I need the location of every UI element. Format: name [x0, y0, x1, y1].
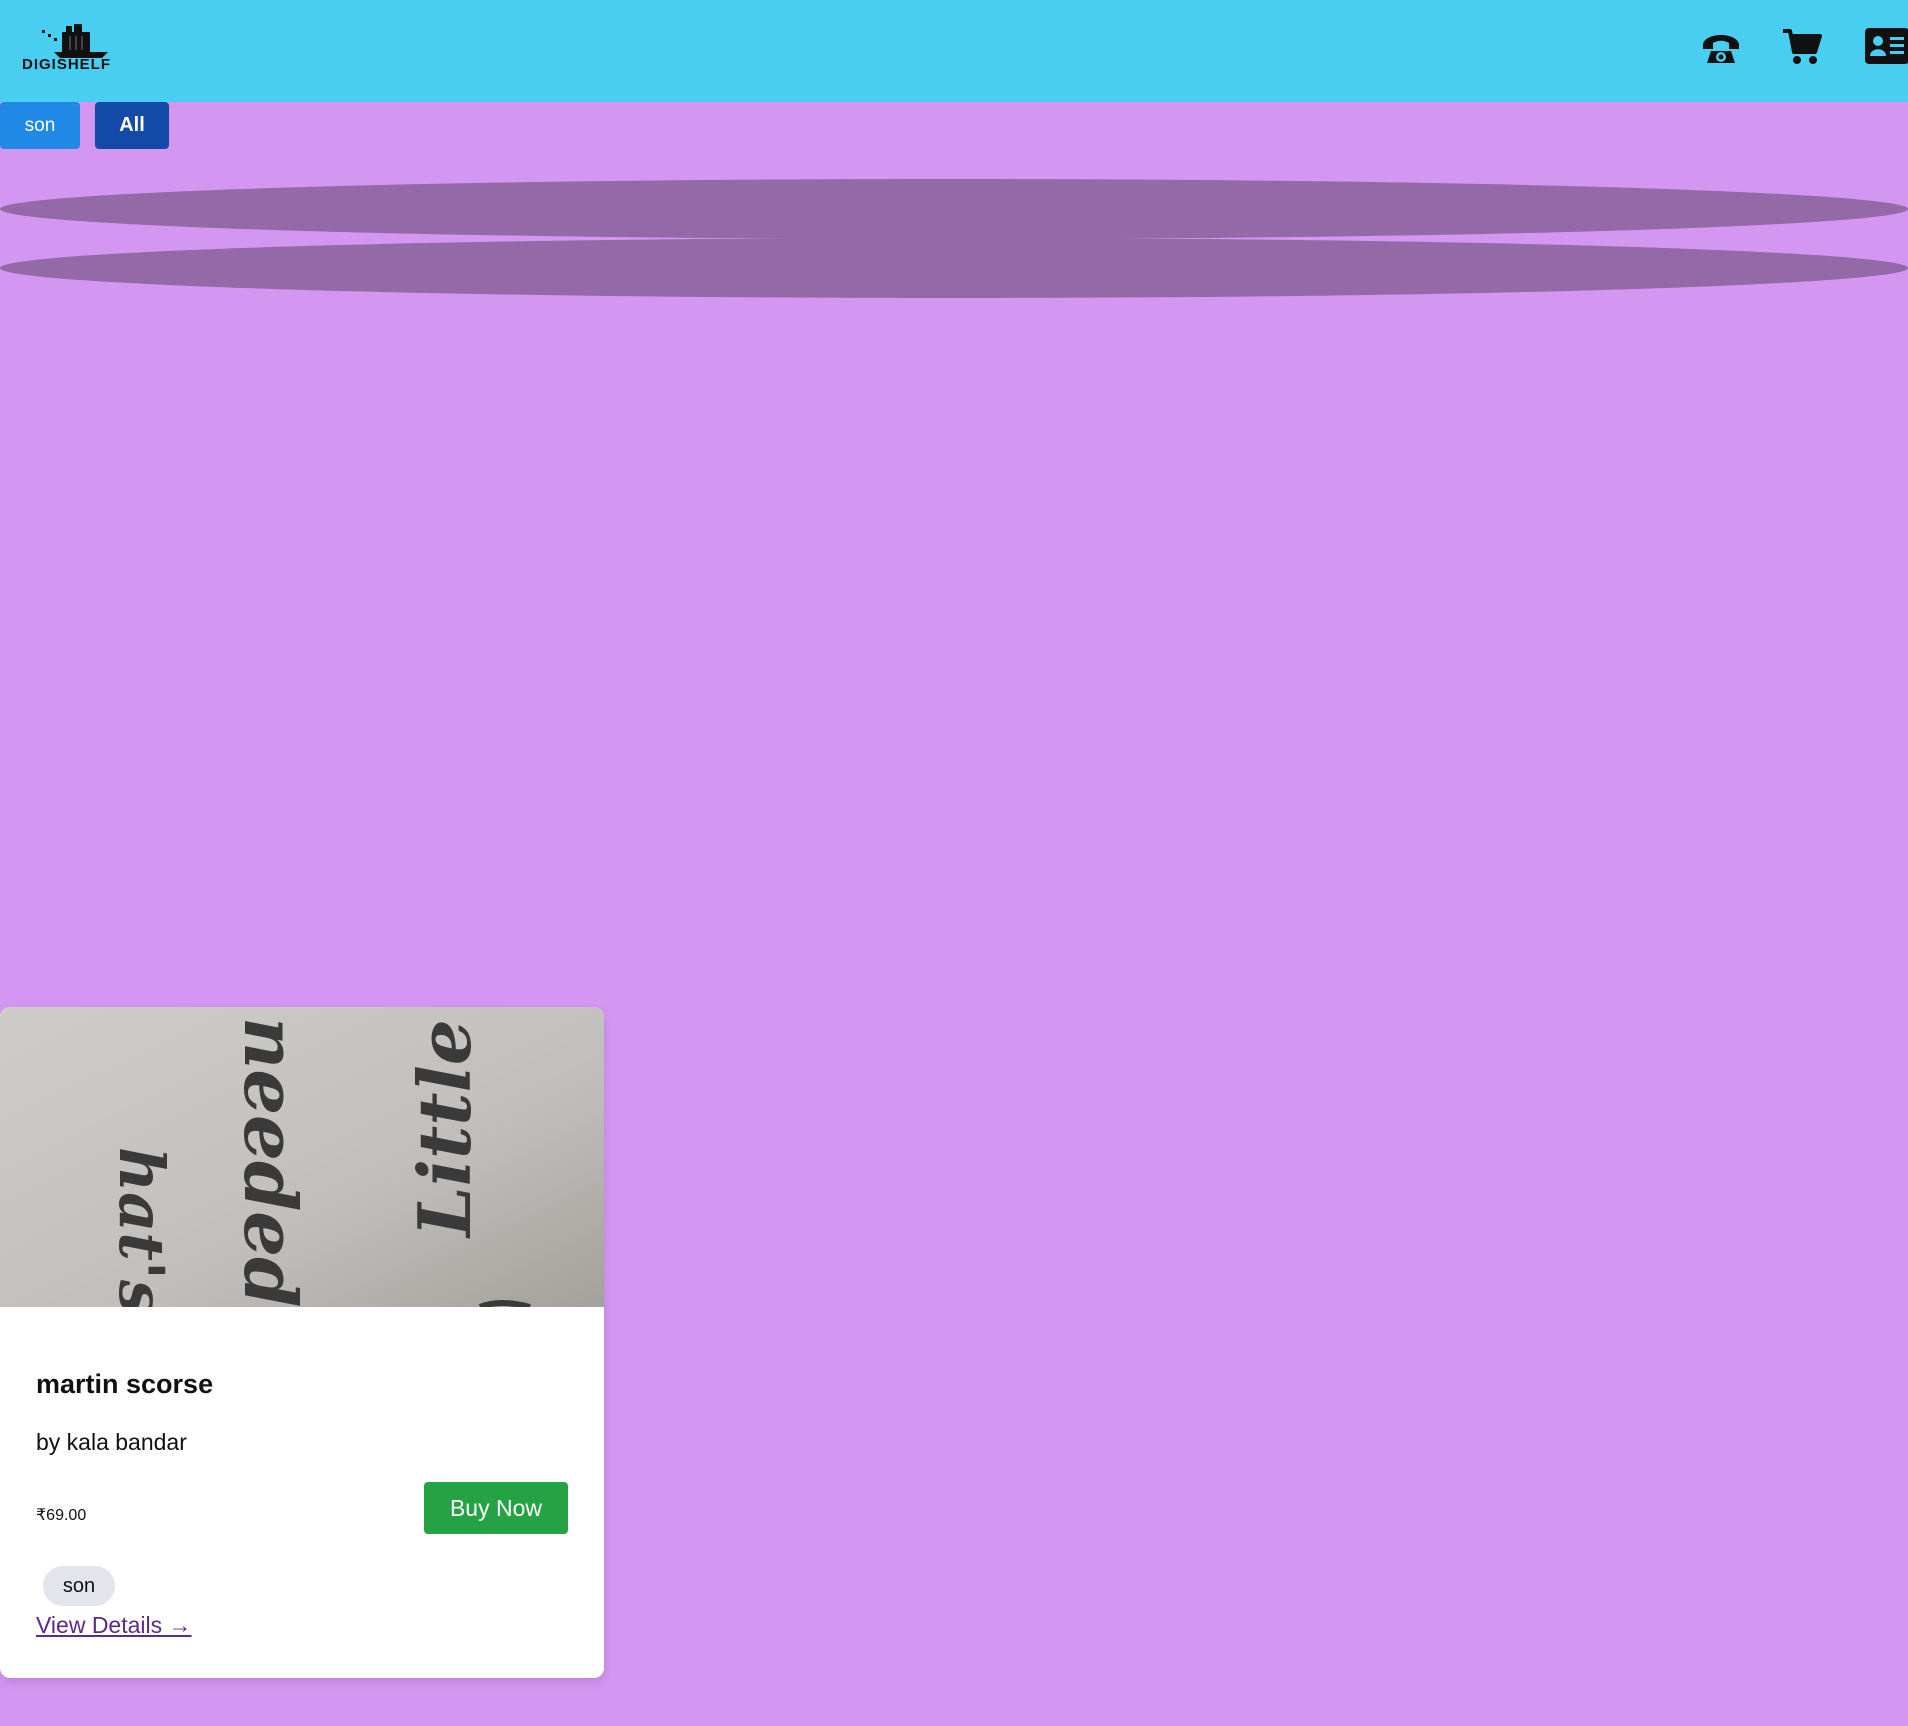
- image-word-little: Little: [402, 1019, 487, 1239]
- decorative-ellipse-top: [0, 179, 1908, 239]
- product-author: by kala bandar: [36, 1429, 187, 1455]
- product-title: martin scorse: [36, 1369, 214, 1399]
- filter-all-button[interactable]: All: [95, 102, 169, 149]
- product-card: Little needed hat's martin scorse by kal…: [0, 1007, 604, 1678]
- buy-now-button[interactable]: Buy Now: [424, 1482, 568, 1534]
- image-word-hats: hat's: [105, 1147, 178, 1307]
- decorative-ellipse-bottom: [0, 238, 1908, 298]
- product-price: ₹69.00: [36, 1507, 87, 1524]
- top-navbar: DIGISHELF: [0, 0, 1908, 102]
- cart-icon[interactable]: [1782, 28, 1822, 66]
- digishelf-logo[interactable]: DIGISHELF: [20, 22, 136, 74]
- filter-son-button[interactable]: son: [0, 102, 80, 149]
- product-tag: son: [43, 1566, 115, 1606]
- phone-icon[interactable]: [1700, 28, 1742, 68]
- image-word-needed: needed: [228, 1017, 313, 1307]
- product-image[interactable]: Little needed hat's: [0, 1007, 604, 1307]
- bookshelf-logo-icon: [42, 24, 108, 58]
- logo-text: DIGISHELF: [22, 56, 112, 73]
- view-details-link[interactable]: View Details →: [36, 1612, 192, 1639]
- contact-card-icon[interactable]: [1865, 28, 1908, 64]
